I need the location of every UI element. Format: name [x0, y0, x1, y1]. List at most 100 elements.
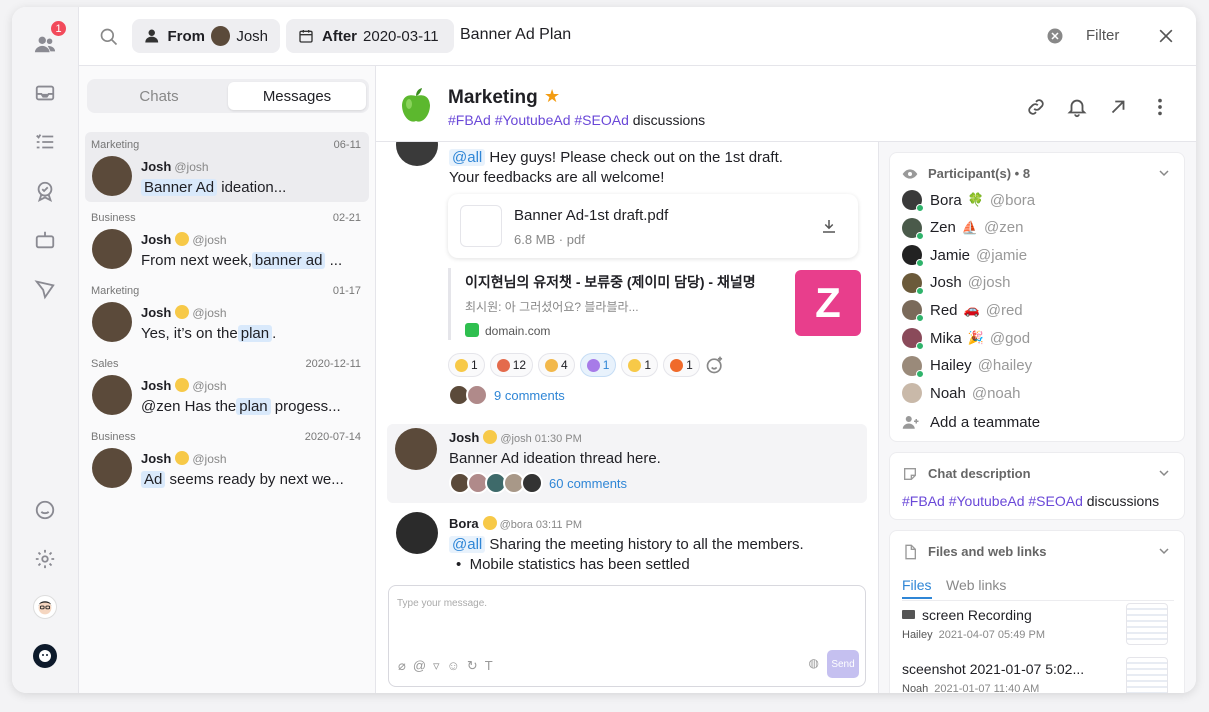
message-composer[interactable]: Type your message. ⌀ @ ▿ ☺ ↻ T ◍ Send — [388, 585, 866, 687]
file-item-name[interactable]: screen Recording — [902, 607, 1032, 623]
after-filter-chip[interactable]: After 2020-03-11 — [286, 19, 454, 53]
file-attachment[interactable]: Banner Ad-1st draft.pdf 6.8 MB · pdf — [448, 194, 858, 258]
search-result-item[interactable]: Sales 2020-12-11 Josh @josh @zen Has the plan… — [85, 351, 369, 421]
video-icon — [902, 610, 915, 619]
after-date: 2020-03-11 — [363, 27, 439, 45]
support-icon[interactable] — [30, 495, 60, 525]
add-teammate-button[interactable]: Add a teammate — [902, 411, 1040, 433]
search-result-item[interactable]: Marketing 06-11 Josh @josh Banner Ad ideatio… — [85, 132, 369, 202]
status-emoji-icon: 🚗 — [963, 302, 980, 318]
search-input[interactable]: Banner Ad Plan — [460, 26, 571, 44]
tag-fbad[interactable]: #FBAd — [448, 112, 491, 128]
participant-item[interactable]: Hailey @hailey — [902, 355, 1033, 378]
reaction-chip[interactable]: 1 — [448, 353, 485, 377]
comments-link[interactable]: 9 comments — [494, 388, 565, 403]
emoji-icon — [545, 358, 559, 372]
team-chat-icon[interactable]: 1 — [30, 19, 68, 59]
participant-item[interactable]: Mika 🎉 @god — [902, 327, 1031, 350]
open-external-icon[interactable] — [1107, 96, 1129, 118]
link-domain-row: domain.com — [465, 323, 550, 338]
inbox-icon[interactable] — [30, 78, 60, 108]
participant-avatar — [902, 383, 922, 404]
status-emoji-icon: 🎉 — [967, 330, 984, 345]
search-highlight: Banner Ad — [141, 179, 218, 196]
voice-icon[interactable]: ◍ — [809, 656, 819, 670]
file-thumbnail[interactable] — [1126, 657, 1168, 693]
reaction-chip[interactable]: 12 — [489, 353, 534, 377]
reaction-chip[interactable]: 1 — [621, 353, 659, 377]
chevron-down-icon[interactable] — [1158, 545, 1170, 557]
file-item-name[interactable]: sceenshot 2021-01-07 5:02... — [902, 661, 1084, 677]
send-button[interactable]: Send — [827, 650, 859, 678]
online-indicator — [916, 342, 924, 350]
chevron-down-icon[interactable] — [1158, 167, 1170, 179]
tag-youtubead[interactable]: #YoutubeAd — [495, 112, 571, 128]
file-thumbnail[interactable] — [1126, 603, 1168, 645]
result-date: 2020-07-14 — [304, 431, 361, 443]
reaction-chip[interactable]: 4 — [538, 353, 575, 377]
participant-handle: @god — [989, 329, 1031, 347]
download-icon[interactable] — [820, 217, 838, 235]
note-icon — [904, 468, 916, 480]
chevron-down-icon[interactable] — [1158, 467, 1170, 479]
thread-comments-row[interactable]: 60 comments — [449, 472, 627, 494]
channel-description: #FBAd #YoutubeAd #SEOAd discussions — [448, 112, 705, 128]
mention-all[interactable]: @all — [449, 149, 486, 166]
participant-item[interactable]: Bora 🍀 @bora — [902, 189, 1035, 212]
tab-messages[interactable]: Messages — [228, 82, 366, 110]
reaction-chip[interactable]: 1 — [663, 353, 700, 377]
reaction-chip[interactable]: 1 — [579, 353, 617, 377]
document-icon — [905, 544, 916, 560]
favorite-star-icon[interactable]: ★ — [544, 86, 560, 107]
search-result-item[interactable]: Business 2020-07-14 Josh @josh Ad seems read… — [85, 424, 369, 494]
text-format-icon[interactable]: T — [485, 658, 493, 674]
emoji-icon — [628, 358, 642, 372]
mention-all[interactable]: @all — [449, 536, 486, 553]
mention-icon[interactable]: @ — [413, 658, 426, 674]
emoji-icon[interactable]: ☺ — [447, 658, 460, 674]
workspace-logo-icon[interactable] — [33, 644, 57, 668]
close-icon[interactable] — [1156, 26, 1176, 46]
participant-item[interactable]: Josh @josh — [902, 272, 1010, 295]
from-filter-chip[interactable]: From Josh — [132, 19, 280, 53]
template-icon[interactable]: ▿ — [433, 658, 440, 674]
badge-check-icon[interactable] — [30, 176, 60, 206]
participant-item[interactable]: Red 🚗 @red — [902, 299, 1023, 323]
settings-gear-icon[interactable] — [30, 544, 60, 574]
participant-item[interactable]: Zen ⛵ @zen — [902, 217, 1023, 240]
result-channel: Business — [91, 431, 136, 443]
comments-row[interactable]: 9 comments — [448, 384, 565, 406]
tab-chats[interactable]: Chats — [90, 82, 228, 110]
user-avatar[interactable] — [33, 595, 57, 619]
thread-comments-link[interactable]: 60 comments — [549, 476, 627, 491]
tag-seoad[interactable]: #SEOAd — [574, 112, 628, 128]
composer-placeholder: Type your message. — [397, 598, 488, 609]
bell-icon[interactable] — [1066, 96, 1088, 118]
send-icon[interactable] — [30, 274, 60, 304]
link-icon[interactable] — [1025, 96, 1047, 118]
attach-icon[interactable]: ⌀ — [398, 658, 406, 674]
file-meta: 6.8 MB · pdf — [514, 232, 585, 247]
result-channel: Business — [91, 212, 136, 224]
search-result-item[interactable]: Business 02-21 Josh @josh From next week, ban… — [85, 205, 369, 275]
participant-handle: @hailey — [977, 357, 1033, 375]
search-result-item[interactable]: Marketing 01-17 Josh @josh Yes, it’s on the p… — [85, 278, 369, 348]
online-indicator — [916, 314, 924, 323]
participant-item[interactable]: Jamie @jamie — [902, 244, 1027, 268]
link-preview[interactable]: 이지현님의 유저챗 - 보류중 (제이미 담당) - 채널명 최시원: 아 그러… — [448, 268, 861, 340]
result-channel: Marketing — [91, 139, 140, 151]
filter-button[interactable]: Filter — [1086, 27, 1119, 44]
command-icon[interactable]: ↻ — [467, 658, 478, 674]
tab-web-links[interactable]: Web links — [946, 577, 1006, 593]
tab-files[interactable]: Files — [902, 577, 932, 599]
participant-item[interactable]: Noah @noah — [902, 382, 1020, 404]
add-reaction-icon[interactable] — [705, 355, 725, 375]
commenter-avatar — [466, 384, 488, 406]
phone-icon — [465, 323, 479, 337]
search-highlight: Ad — [141, 471, 166, 488]
clear-search-icon[interactable] — [1046, 27, 1064, 45]
bot-icon[interactable] — [30, 225, 60, 255]
more-vertical-icon[interactable] — [1149, 96, 1171, 118]
list-icon[interactable] — [30, 127, 60, 157]
thread-message[interactable]: Josh @josh 01:30 PM Banner Ad ideation thr… — [387, 424, 867, 503]
